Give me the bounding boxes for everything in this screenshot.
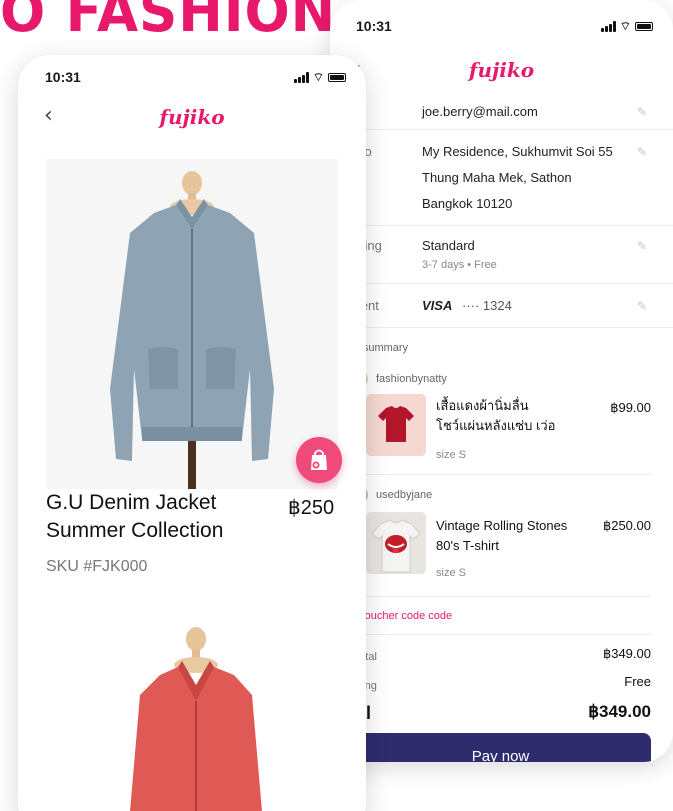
app-logo: fujiko bbox=[159, 105, 225, 129]
address-line-3: Bangkok 10120 bbox=[422, 196, 513, 211]
signal-icon bbox=[600, 20, 616, 32]
product-image[interactable] bbox=[46, 615, 338, 811]
seller-name: usedbyjane bbox=[376, 489, 433, 501]
item-name: Vintage Rolling Stones 80's T-shirt bbox=[436, 518, 568, 553]
banner-headline: O FASHION bbox=[0, 0, 337, 45]
item-price: ฿99.00 bbox=[610, 400, 651, 415]
battery-icon bbox=[635, 21, 653, 31]
edit-pencil-icon[interactable]: ✎ bbox=[637, 239, 647, 253]
denim-jacket-image bbox=[110, 171, 274, 489]
card-masked-number: ···· 1324 bbox=[462, 298, 512, 313]
edit-pencil-icon[interactable]: ✎ bbox=[637, 105, 647, 119]
shipping-total-value: Free bbox=[624, 674, 651, 689]
item-thumbnail[interactable] bbox=[366, 512, 426, 574]
item-price: ฿250.00 bbox=[602, 518, 651, 533]
checkout-screen: 10:31 ⌔ ‹ fujiko ail joe.berry@mail.com … bbox=[330, 0, 673, 762]
address-line-2: Thung Maha Mek, Sathon bbox=[422, 170, 572, 185]
battery-icon bbox=[328, 72, 346, 82]
shipping-method: Standard bbox=[422, 238, 475, 253]
red-jacket-image bbox=[130, 627, 262, 811]
email-row[interactable]: ail joe.berry@mail.com ✎ bbox=[330, 96, 673, 130]
status-icons: ⌔ bbox=[293, 70, 346, 84]
item-thumbnail[interactable] bbox=[366, 394, 426, 456]
product-image[interactable] bbox=[46, 159, 338, 489]
status-time: 10:31 bbox=[356, 18, 392, 34]
divider bbox=[350, 596, 651, 597]
divider bbox=[350, 634, 651, 635]
status-icons: ⌔ bbox=[600, 19, 653, 33]
subtotal-value: ฿349.00 bbox=[602, 646, 651, 661]
red-top-image bbox=[378, 406, 414, 442]
app-logo: fujiko bbox=[468, 58, 535, 82]
wifi-icon: ⌔ bbox=[619, 19, 631, 33]
seller-name: fashionbynatty bbox=[376, 373, 447, 385]
shipping-row[interactable]: pping Standard 3-7 days • Free ✎ bbox=[330, 226, 673, 284]
signal-icon bbox=[293, 71, 309, 83]
divider bbox=[366, 474, 651, 475]
email-value: joe.berry@mail.com bbox=[422, 104, 538, 119]
product-sku: SKU #FJK000 bbox=[46, 558, 148, 575]
status-bar: 10:31 ⌔ bbox=[330, 18, 673, 38]
payment-row[interactable]: ment VISA ···· 1324 ✎ bbox=[330, 284, 673, 328]
pay-now-button[interactable]: Pay now bbox=[350, 733, 651, 762]
edit-pencil-icon[interactable]: ✎ bbox=[637, 299, 647, 313]
shipping-detail: 3-7 days • Free bbox=[422, 259, 497, 271]
status-time: 10:31 bbox=[45, 69, 81, 85]
add-to-cart-button[interactable] bbox=[296, 437, 342, 483]
edit-pencil-icon[interactable]: ✎ bbox=[637, 145, 647, 159]
item-size: size S bbox=[436, 567, 466, 579]
visa-logo: VISA bbox=[422, 298, 453, 313]
status-bar: 10:31 ⌔ bbox=[18, 69, 366, 89]
item-size: size S bbox=[436, 449, 466, 461]
product-name: G.U Denim Jacket Summer Collection bbox=[46, 491, 224, 542]
shopping-bag-icon bbox=[311, 449, 327, 470]
total-value: ฿349.00 bbox=[588, 702, 651, 721]
address-line-1: My Residence, Sukhumvit Soi 55 bbox=[422, 144, 613, 159]
ship-to-row[interactable]: p to My Residence, Sukhumvit Soi 55 Thun… bbox=[330, 130, 673, 226]
wifi-icon: ⌔ bbox=[312, 70, 324, 84]
product-screen: 10:31 ⌔ ‹ fujiko G.U Denim Jacket Summer… bbox=[18, 55, 366, 811]
product-price: ฿250 bbox=[288, 497, 335, 519]
tshirt-image bbox=[371, 519, 421, 573]
item-name: เสื้อแดงผ้านิ่มลื่น โชว์แผ่นหลังแซ่บ เว่… bbox=[436, 398, 556, 433]
